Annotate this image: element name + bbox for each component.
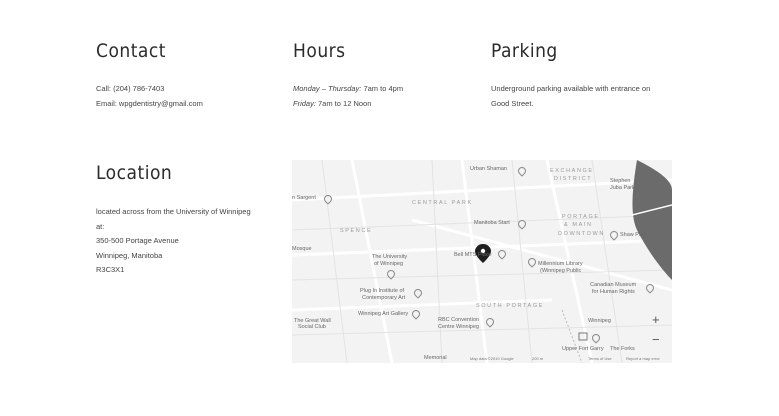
- map-label-mosque: Mosque: [292, 246, 312, 252]
- map-label-millennium-2: (Winnipeg Public: [540, 268, 582, 274]
- map-label-urban-shaman: Urban Shaman: [470, 166, 507, 172]
- parking-line-1: Underground parking available with entra…: [491, 84, 651, 93]
- hours-time-1: 7am to 4pm: [361, 84, 404, 93]
- map-district-central-park: CENTRAL PARK: [412, 200, 473, 206]
- hours-line-1: Monday – Thursday: 7am to 4pm: [293, 82, 403, 97]
- hours-time-2: 7am to 12 Noon: [315, 98, 372, 108]
- map-label-shaw-park: Shaw Park: [620, 232, 647, 238]
- parking-heading: Parking: [491, 40, 558, 62]
- map-district-exchange-2: DISTRICT: [554, 176, 593, 182]
- map-district-south-portage: SOUTH PORTAGE: [476, 303, 544, 309]
- map-label-stephen-juba-2: Juba Park: [610, 185, 635, 191]
- hours-days-1: Monday – Thursday:: [293, 84, 362, 93]
- map-label-rbc-2: Centre Winnipeg: [438, 324, 479, 330]
- map-label-plug-in: Plug In Institute of: [360, 288, 405, 294]
- location-line-1: located across from the University of Wi…: [96, 207, 251, 216]
- location-line-3: 350-500 Portage Avenue: [96, 236, 179, 245]
- map-district-exchange: EXCHANGE: [550, 168, 594, 174]
- map-label-canadian-museum: Canadian Museum: [590, 282, 637, 288]
- map-label-stephen-juba: Stephen: [610, 178, 631, 184]
- map-label-sargent: n Sargent: [292, 195, 316, 201]
- contact-email[interactable]: Email: wpgdentistry@gmail.com: [96, 97, 203, 112]
- map-label-art-gallery: Winnipeg Art Gallery: [358, 311, 409, 317]
- map-label-manitoba-start: Manitoba Start: [474, 220, 510, 226]
- map-label-winnipeg: Winnipeg: [588, 318, 611, 324]
- map-district-spence: SPENCE: [340, 228, 373, 234]
- hours-info: Monday – Thursday: 7am to 4pm Friday: 7a…: [293, 82, 403, 111]
- map-scale: 200 m: [532, 356, 544, 361]
- map-label-bell-mts: Bell MTS Place: [454, 252, 492, 258]
- map-zoom-out-button[interactable]: −: [652, 333, 660, 346]
- map-label-plug-in-2: Contemporary Art: [362, 295, 406, 301]
- parking-info: Underground parking available with entra…: [491, 82, 650, 111]
- map-label-millennium: Millennium Library: [538, 261, 583, 267]
- map-attribution-data: Map data ©2019 Google: [470, 356, 514, 361]
- hours-heading: Hours: [293, 40, 346, 62]
- contact-phone[interactable]: Call: (204) 786-7403: [96, 82, 203, 97]
- embedded-map[interactable]: Urban Shaman EXCHANGE DISTRICT Stephen J…: [292, 160, 672, 363]
- hours-line-2: Friday: 7am to 12 Noon: [293, 97, 403, 112]
- location-line-2: at:: [96, 221, 105, 231]
- location-address: located across from the University of Wi…: [96, 205, 251, 278]
- map-district-portage-main-2: & MAIN: [564, 222, 593, 228]
- map-label-great-wall-2: Social Club: [298, 324, 326, 330]
- contact-heading: Contact: [96, 40, 166, 62]
- map-label-the-forks: The Forks: [610, 346, 635, 352]
- map-terms-link[interactable]: Terms of Use: [588, 356, 612, 361]
- contact-info: Call: (204) 786-7403 Email: wpgdentistry…: [96, 82, 203, 111]
- map-label-canadian-museum-2: for Human Rights: [592, 289, 635, 295]
- map-label-memorial: Memorial: [424, 355, 447, 361]
- map-label-rbc: RBC Convention: [438, 317, 479, 323]
- map-label-university: The University: [372, 254, 408, 260]
- location-heading: Location: [96, 162, 173, 184]
- parking-line-2: Good Street.: [491, 98, 534, 108]
- map-district-portage-main: PORTAGE: [562, 214, 600, 220]
- map-zoom-in-button[interactable]: +: [652, 313, 660, 326]
- location-line-5: R3C3X1: [96, 265, 125, 274]
- map-district-downtown: DOWNTOWN: [558, 231, 605, 237]
- map-label-upper-fort-garry: Upper Fort Garry: [562, 346, 604, 352]
- location-line-4: Winnipeg, Manitoba: [96, 250, 163, 260]
- map-report-error-link[interactable]: Report a map error: [626, 356, 660, 361]
- hours-days-2: Friday:: [293, 98, 316, 108]
- map-label-university-2: of Winnipeg: [374, 261, 404, 267]
